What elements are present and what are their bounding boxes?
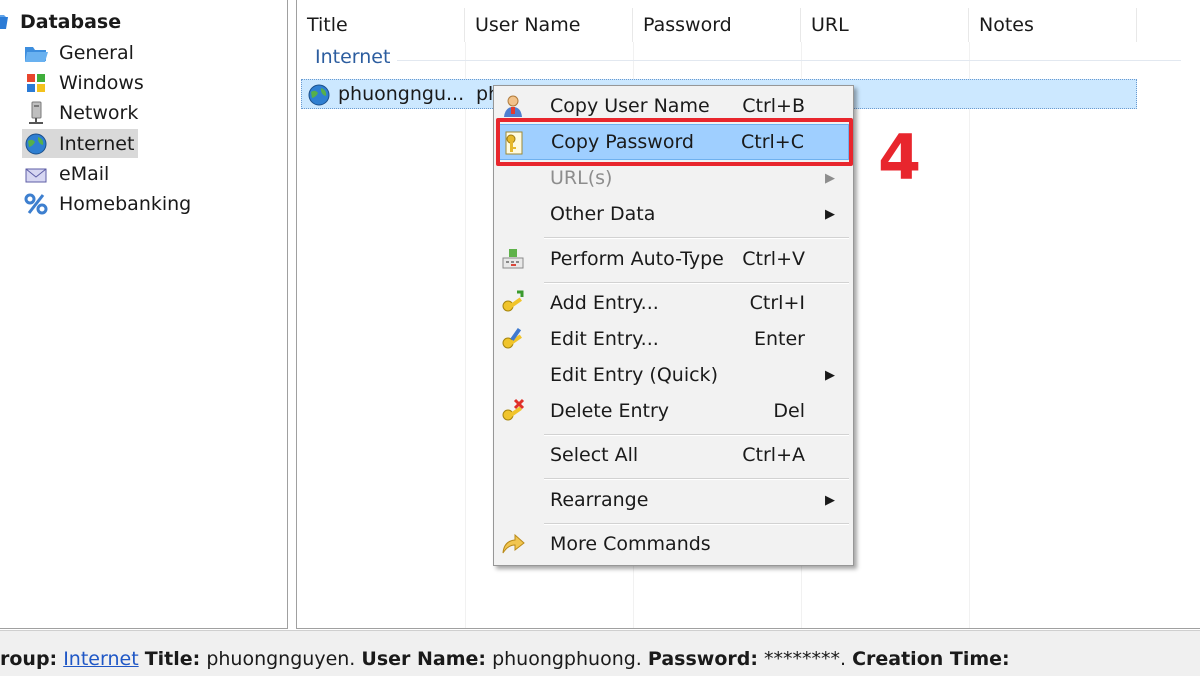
menu-item-other-data[interactable]: Other Data ▶ — [496, 196, 849, 232]
auto-type-icon — [500, 246, 528, 272]
column-header-title[interactable]: Title — [297, 8, 465, 42]
status-title-label: Title: — [144, 648, 201, 670]
add-key-icon — [500, 290, 528, 316]
entry-details-text: roup: Internet Title: phuongnguyen. User… — [0, 648, 1010, 670]
status-password-label: Password: — [647, 648, 758, 670]
menu-separator — [544, 478, 849, 480]
tree-root-database[interactable]: Database — [0, 9, 121, 35]
user-icon — [500, 93, 528, 119]
tree-item-homebanking[interactable]: Homebanking — [22, 189, 195, 218]
menu-item-edit-entry[interactable]: Edit Entry... Enter — [496, 321, 849, 357]
tree-item-internet[interactable]: Internet — [22, 129, 139, 158]
menu-separator — [544, 237, 849, 239]
menu-item-add-entry[interactable]: Add Entry... Ctrl+I — [496, 285, 849, 321]
highlight-box — [496, 118, 853, 166]
status-title-value: phuongnguyen. — [206, 648, 356, 670]
globe-icon — [306, 83, 332, 107]
menu-item-delete-entry[interactable]: Delete Entry Del — [496, 393, 849, 429]
menu-item-edit-entry-quick[interactable]: Edit Entry (Quick) ▶ — [496, 357, 849, 393]
submenu-arrow-icon: ▶ — [825, 492, 835, 508]
tree-item-email[interactable]: eMail — [22, 159, 113, 188]
tree-item-general[interactable]: General — [22, 38, 138, 67]
tree-item-label: General — [59, 41, 134, 64]
column-divider — [969, 42, 970, 628]
status-user-label: User Name: — [361, 648, 487, 670]
status-user-value: phuongphuong. — [492, 648, 642, 670]
menu-separator — [544, 282, 849, 284]
menu-separator — [544, 523, 849, 525]
tree-item-network[interactable]: Network — [22, 98, 142, 127]
column-header-url[interactable]: URL — [801, 8, 969, 42]
tree-item-label: eMail — [59, 162, 110, 185]
tree-item-label: Homebanking — [59, 192, 192, 215]
tree-item-label: Internet — [59, 132, 135, 155]
column-divider — [465, 42, 466, 628]
group-divider — [397, 60, 1181, 61]
globe-icon — [22, 132, 50, 156]
windows-icon — [22, 71, 50, 95]
database-icon — [0, 11, 14, 33]
arrow-icon — [500, 531, 528, 557]
status-group-link[interactable]: Internet — [63, 648, 138, 670]
entry-title-cell: phuongngu... — [338, 83, 465, 105]
tree-item-windows[interactable]: Windows — [22, 68, 148, 97]
status-creation-label: Creation Time: — [852, 648, 1010, 670]
menu-item-select-all[interactable]: Select All Ctrl+A — [496, 437, 849, 473]
network-icon — [22, 101, 50, 125]
column-header-password[interactable]: Password — [633, 8, 801, 42]
envelope-icon — [22, 162, 50, 186]
submenu-arrow-icon: ▶ — [825, 367, 835, 383]
status-group-label: roup: — [0, 648, 58, 670]
submenu-arrow-icon: ▶ — [825, 206, 835, 222]
tree-item-label: Windows — [59, 71, 144, 94]
step-number-label: 4 — [878, 121, 922, 194]
edit-key-icon — [500, 326, 528, 352]
list-group-header: Internet — [315, 46, 391, 68]
status-bar: roup: Internet Title: phuongnguyen. User… — [0, 630, 1200, 676]
group-tree-panel: Database General Windows Network Interne… — [0, 0, 288, 629]
status-password-value: ********. — [763, 648, 847, 670]
delete-key-icon — [500, 398, 528, 424]
column-header-user-name[interactable]: User Name — [465, 8, 633, 42]
percent-icon — [22, 192, 50, 216]
submenu-arrow-icon: ▶ — [825, 170, 835, 186]
menu-item-rearrange[interactable]: Rearrange ▶ — [496, 482, 849, 518]
folder-icon — [22, 41, 50, 65]
menu-item-more-commands[interactable]: More Commands — [496, 526, 849, 562]
menu-separator — [544, 434, 849, 436]
menu-item-perform-auto-type[interactable]: Perform Auto-Type Ctrl+V — [496, 241, 849, 277]
tree-item-label: Network — [59, 101, 139, 124]
tree-root-label: Database — [20, 11, 122, 33]
column-header-notes[interactable]: Notes — [969, 8, 1137, 42]
